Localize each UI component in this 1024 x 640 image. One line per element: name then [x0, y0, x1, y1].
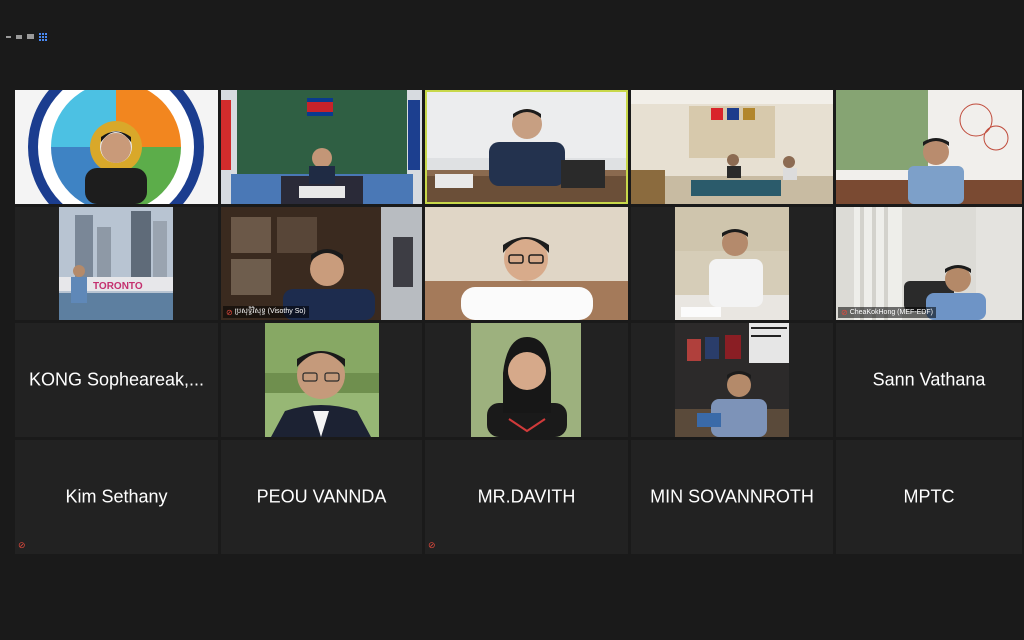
participant-name: MIN SOVANNROTH [650, 486, 814, 507]
participant-tile-active-speaker[interactable] [425, 90, 628, 204]
muted-mic-icon: ⊘ [428, 540, 436, 550]
video-feed [221, 207, 422, 320]
gallery-grid: TORONTO ⊘ ប្រសុទ្ធិវិសុទ្ធ (Visothy So) [15, 90, 1022, 554]
video-feed [631, 90, 833, 204]
muted-mic-icon: ⊘ [18, 540, 26, 550]
participant-tile[interactable] [836, 90, 1022, 204]
participant-name: MPTC [903, 486, 955, 507]
participant-nametag: ⊘ CheaKokHong (MEF-EDF) [838, 307, 936, 318]
participant-tile[interactable] [631, 207, 833, 320]
participant-name: Sann Vathana [872, 369, 986, 390]
video-feed [631, 323, 833, 437]
participant-tile[interactable] [15, 90, 218, 204]
participant-nametag: ⊘ ប្រសុទ្ធិវិសុទ្ធ (Visothy So) [223, 306, 309, 318]
muted-mic-icon: ⊘ [226, 307, 233, 317]
participant-name: KONG Sopheareak,... [28, 369, 205, 390]
participant-name: MR.DAVITH [477, 486, 576, 507]
video-feed [221, 323, 422, 437]
speaker-view-icon[interactable] [16, 34, 22, 39]
participant-tile[interactable]: MIN SOVANNROTH [631, 440, 833, 554]
participant-tile[interactable]: MR.DAVITH ⊘ [425, 440, 628, 554]
view-controls[interactable] [6, 33, 47, 41]
video-feed [425, 90, 628, 204]
participant-tile[interactable] [221, 323, 422, 437]
participant-tile[interactable]: Sann Vathana [836, 323, 1022, 437]
video-feed [221, 90, 422, 204]
participant-tile[interactable] [425, 207, 628, 320]
window-view-icon[interactable] [27, 34, 34, 39]
participant-tile[interactable]: MPTC [836, 440, 1022, 554]
gallery-view-icon[interactable] [39, 33, 47, 41]
participant-tile[interactable] [221, 90, 422, 204]
participant-tile[interactable]: ⊘ ប្រសុទ្ធិវិសុទ្ធ (Visothy So) [221, 207, 422, 320]
video-feed [425, 323, 628, 437]
video-feed [15, 90, 218, 204]
meeting-top-bar [0, 0, 1024, 70]
participant-tile[interactable] [631, 90, 833, 204]
video-feed [836, 90, 1022, 204]
participant-name: Kim Sethany [65, 486, 168, 507]
video-feed: TORONTO [15, 207, 218, 320]
svg-text:TORONTO: TORONTO [93, 281, 143, 292]
participant-tile[interactable]: KONG Sopheareak,... [15, 323, 218, 437]
muted-mic-icon: ⊘ [841, 308, 848, 317]
participant-tile[interactable]: PEOU VANNDA [221, 440, 422, 554]
minimize-icon[interactable] [6, 35, 11, 38]
participant-tile[interactable] [631, 323, 833, 437]
participant-name: CheaKokHong (MEF-EDF) [849, 309, 933, 316]
video-feed [631, 207, 833, 320]
participant-tile[interactable]: Kim Sethany ⊘ [15, 440, 218, 554]
participant-tile[interactable] [425, 323, 628, 437]
video-feed [836, 207, 1022, 320]
participant-name: ប្រសុទ្ធិវិសុទ្ធ (Visothy So) [234, 308, 306, 315]
video-feed [425, 207, 628, 320]
participant-name: PEOU VANNDA [256, 486, 387, 507]
participant-tile[interactable]: ⊘ CheaKokHong (MEF-EDF) [836, 207, 1022, 320]
participant-tile[interactable]: TORONTO [15, 207, 218, 320]
